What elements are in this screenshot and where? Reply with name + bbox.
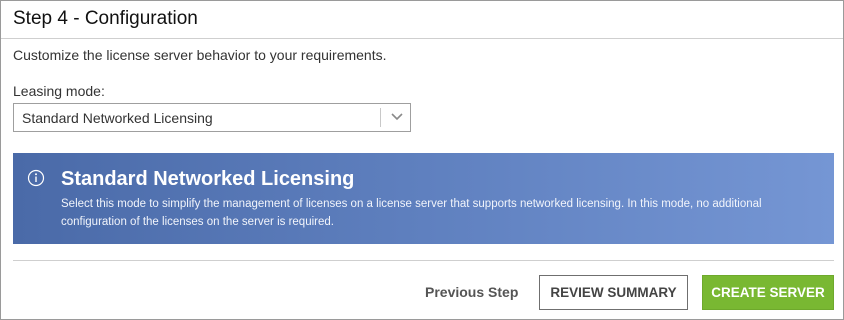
- configuration-panel: Step 4 - Configuration Customize the lic…: [0, 0, 844, 320]
- chevron-down-icon[interactable]: [390, 112, 404, 122]
- intro-text: Customize the license server behavior to…: [13, 47, 387, 63]
- info-banner: Standard Networked Licensing Select this…: [13, 153, 834, 244]
- select-divider: [380, 108, 381, 127]
- info-banner-title: Standard Networked Licensing: [61, 168, 355, 190]
- leasing-mode-select[interactable]: Standard Networked Licensing: [13, 103, 411, 132]
- info-banner-description: Select this mode to simplify the managem…: [61, 198, 762, 228]
- title-divider: [1, 38, 843, 39]
- page-title: Step 4 - Configuration: [13, 8, 198, 29]
- create-server-button[interactable]: CREATE SERVER: [702, 275, 834, 310]
- previous-step-link[interactable]: Previous Step: [425, 284, 518, 300]
- review-summary-button[interactable]: REVIEW SUMMARY: [539, 275, 688, 310]
- leasing-mode-label: Leasing mode:: [13, 83, 105, 99]
- footer-divider: [13, 260, 834, 261]
- info-icon: [27, 169, 45, 187]
- leasing-mode-selected-value: Standard Networked Licensing: [22, 110, 213, 126]
